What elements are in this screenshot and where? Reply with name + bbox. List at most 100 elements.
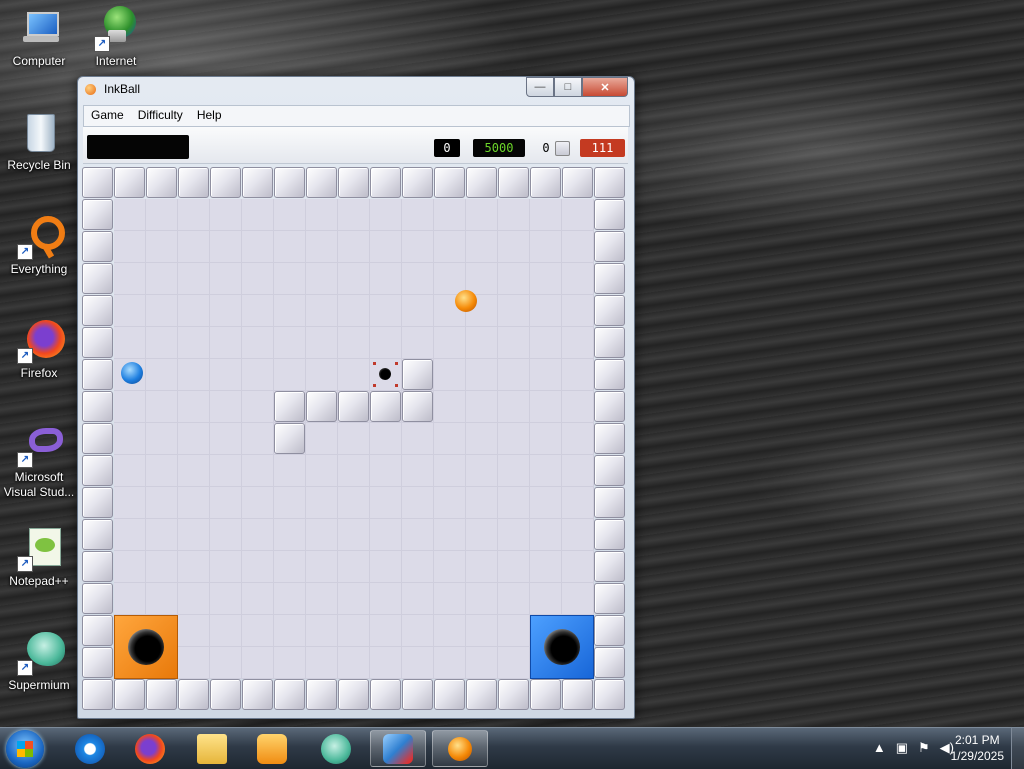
desktop-icon-firefox[interactable]: ↗ Firefox	[0, 316, 78, 381]
floor-cell	[466, 455, 498, 487]
floor-cell	[338, 199, 370, 231]
floor-cell	[146, 231, 178, 263]
desktop-icon-everything[interactable]: ↗ Everything	[0, 212, 78, 277]
desktop-icon-internet[interactable]: ↗ Internet	[77, 4, 155, 69]
floor-cell	[466, 391, 498, 423]
desktop-icon-computer[interactable]: Computer	[0, 4, 78, 69]
visual-studio-icon: ↗	[15, 420, 63, 468]
floor-cell	[338, 487, 370, 519]
shortcut-arrow-icon: ↗	[17, 660, 33, 676]
ball-tile-icon	[555, 141, 570, 156]
floor-cell	[402, 455, 434, 487]
floor-cell	[306, 231, 338, 263]
floor-cell	[274, 487, 306, 519]
floor-cell	[146, 551, 178, 583]
computer-icon	[15, 4, 63, 52]
floor-cell	[370, 423, 402, 455]
taskbar: ▲ ▣ ⚑ ◀) 2:01 PM 1/29/2025	[0, 727, 1024, 769]
wall-tile	[594, 167, 625, 198]
wall-tile	[594, 263, 625, 294]
desktop-icon-notepadpp[interactable]: ↗ Notepad++	[0, 524, 78, 589]
menu-game[interactable]: Game	[84, 106, 131, 126]
floor-cell	[306, 615, 338, 647]
taskbar-internet-explorer[interactable]	[62, 730, 118, 767]
floor-cell	[498, 359, 530, 391]
floor-cell	[530, 359, 562, 391]
taskbar-network-app[interactable]	[370, 730, 426, 767]
file-explorer-icon	[197, 733, 227, 764]
floor-cell	[498, 647, 530, 679]
wall-tile	[466, 679, 497, 710]
floor-cell	[306, 263, 338, 295]
hole-pit	[379, 368, 391, 380]
floor-cell	[274, 295, 306, 327]
floor-cell	[434, 551, 466, 583]
floor-cell	[466, 583, 498, 615]
floor-cell	[210, 647, 242, 679]
floor-cell	[530, 423, 562, 455]
floor-cell	[530, 263, 562, 295]
floor-cell	[402, 487, 434, 519]
floor-cell	[338, 295, 370, 327]
menu-difficulty[interactable]: Difficulty	[131, 106, 190, 126]
floor-cell	[370, 647, 402, 679]
wall-tile	[498, 167, 529, 198]
internet-explorer-icon	[75, 733, 105, 764]
supermium-icon: ↗	[15, 628, 65, 676]
taskbar-file-explorer[interactable]	[184, 730, 240, 767]
shortcut-arrow-icon: ↗	[94, 36, 110, 52]
taskbar-media-player[interactable]	[244, 730, 300, 767]
floor-cell	[146, 295, 178, 327]
floor-cell	[530, 391, 562, 423]
maximize-button[interactable]: □	[554, 77, 582, 97]
floor-cell	[306, 551, 338, 583]
hole-corner-dot	[373, 362, 376, 365]
inkball-window[interactable]: InkBall — □ ✕ Game Difficulty Help 0 500…	[77, 76, 635, 719]
recycle-bin-icon	[15, 108, 63, 156]
floor-cell	[498, 519, 530, 551]
up-arrow-icon[interactable]: ▲	[873, 740, 886, 756]
floor-cell	[274, 647, 306, 679]
show-desktop-button[interactable]	[1011, 728, 1024, 769]
internet-icon: ↗	[92, 4, 140, 52]
floor-cell	[402, 423, 434, 455]
taskbar-inkball[interactable]	[432, 730, 488, 767]
floor-cell	[242, 295, 274, 327]
taskbar-supermium[interactable]	[308, 730, 364, 767]
game-board[interactable]	[82, 167, 628, 713]
wall-tile	[178, 679, 209, 710]
start-button[interactable]	[6, 730, 44, 768]
taskbar-firefox[interactable]	[122, 730, 178, 767]
desktop-icon-label: Firefox	[20, 366, 58, 380]
wall-tile	[274, 679, 305, 710]
shortcut-arrow-icon: ↗	[17, 556, 33, 572]
floor-cell	[370, 615, 402, 647]
flag-icon[interactable]: ⚑	[918, 740, 930, 756]
wall-tile	[594, 327, 625, 358]
floor-cell	[562, 519, 594, 551]
floor-cell	[338, 647, 370, 679]
wall-tile	[594, 359, 625, 390]
wall-tile	[210, 167, 241, 198]
floor-cell	[498, 487, 530, 519]
wall-tile	[402, 359, 433, 390]
clock[interactable]: 2:01 PM 1/29/2025	[951, 732, 1004, 764]
media-player-icon	[257, 733, 287, 764]
menu-help[interactable]: Help	[190, 106, 229, 126]
floor-cell	[338, 359, 370, 391]
floor-cell	[210, 519, 242, 551]
notepadpp-icon: ↗	[15, 524, 63, 572]
system-tray: ▲ ▣ ⚑ ◀)	[873, 740, 954, 756]
network-icon[interactable]: ▣	[896, 740, 908, 756]
wall-tile	[82, 231, 113, 262]
title-bar[interactable]: InkBall — □ ✕	[78, 77, 634, 103]
desktop-icon-supermium[interactable]: ↗ Supermium	[0, 628, 78, 693]
wall-tile	[82, 519, 113, 550]
close-button[interactable]: ✕	[582, 77, 628, 97]
wall-tile	[370, 679, 401, 710]
minimize-button[interactable]: —	[526, 77, 554, 97]
desktop-icon-recycle-bin[interactable]: Recycle Bin	[0, 108, 78, 173]
desktop-icon-visual-studio[interactable]: ↗ Microsoft Visual Stud...	[0, 420, 78, 500]
wall-tile	[82, 359, 113, 390]
wall-tile	[82, 295, 113, 326]
